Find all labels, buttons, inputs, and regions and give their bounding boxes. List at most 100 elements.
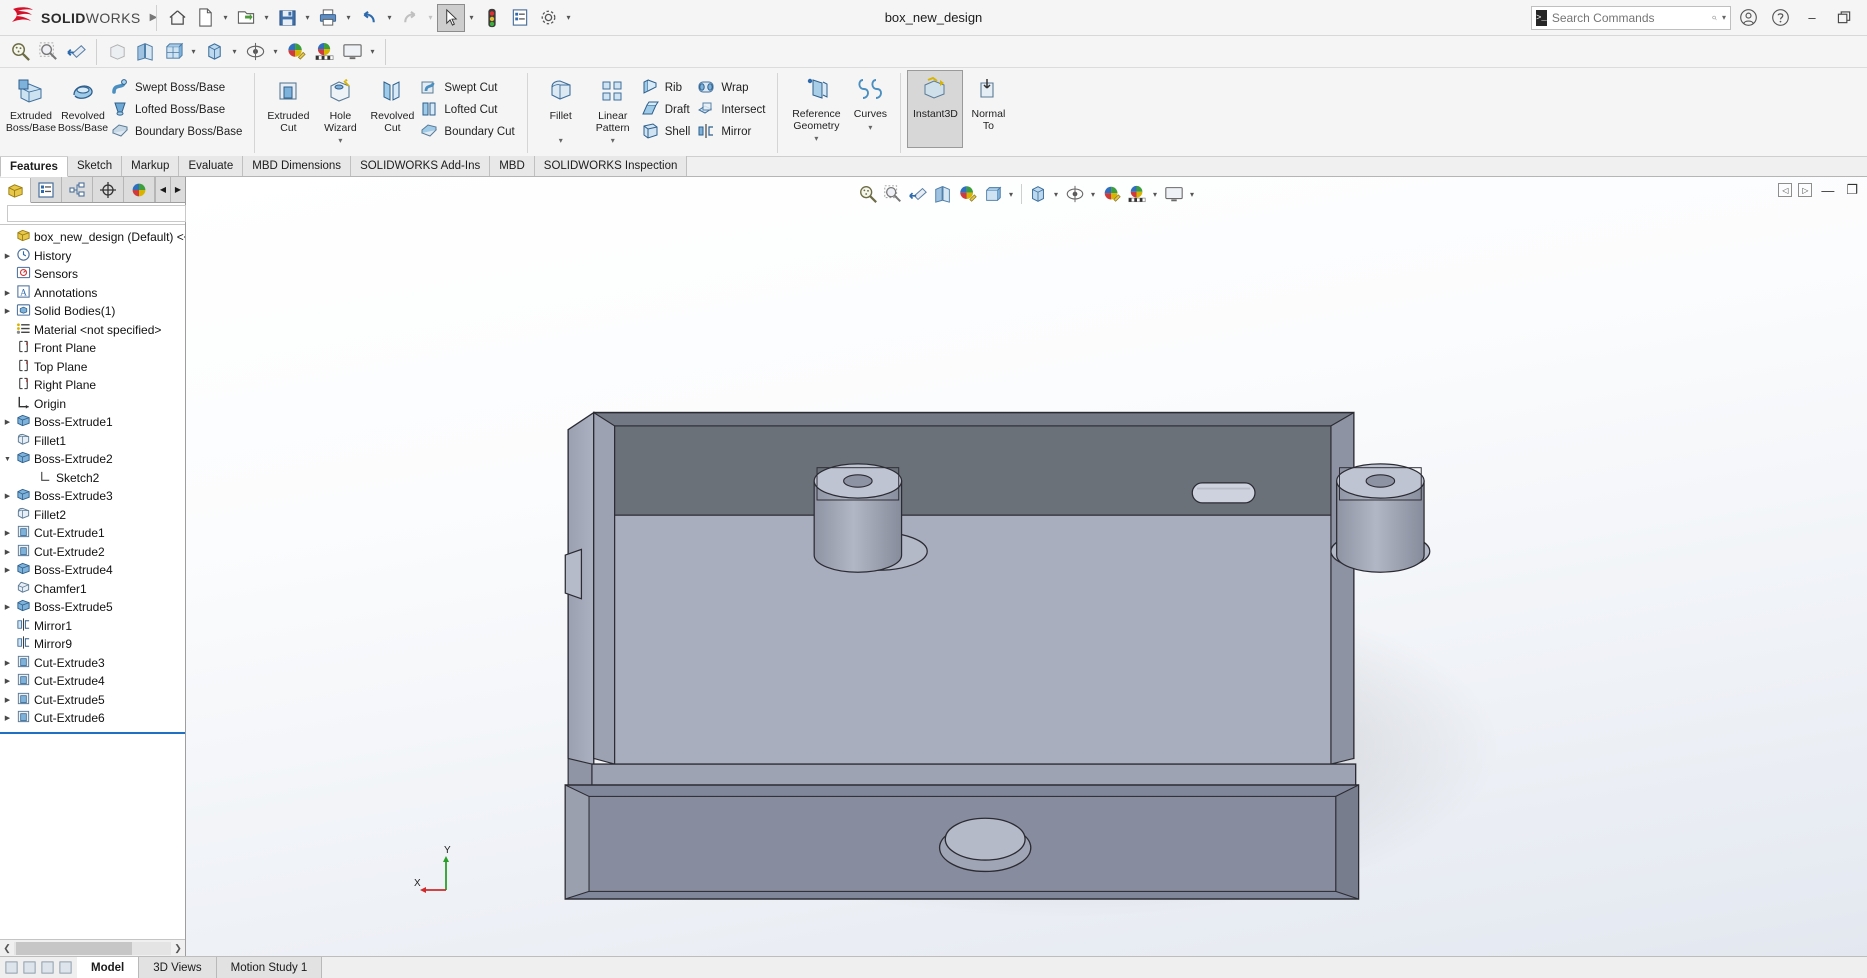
property-manager-tab[interactable] <box>31 177 62 202</box>
expand-arrow-icon[interactable]: ▶ <box>2 252 13 260</box>
draft-button[interactable]: Draft <box>639 99 696 121</box>
select-tool-button[interactable] <box>437 3 465 32</box>
help-button[interactable] <box>1765 4 1795 32</box>
tree-item[interactable]: Sensors <box>0 265 185 284</box>
curves-caret-icon[interactable]: ▾ <box>868 123 872 132</box>
tab-solidworks-add-ins[interactable]: SOLIDWORKS Add-Ins <box>351 156 491 176</box>
save-button[interactable] <box>273 4 301 32</box>
tree-item[interactable]: ▶ History <box>0 247 185 266</box>
open-button[interactable] <box>232 4 260 32</box>
revolved-boss-base-button[interactable]: Revolved Boss/Base <box>57 71 109 134</box>
view-orientation-caret-icon[interactable]: ▾ <box>187 38 200 66</box>
boundary-cut-button[interactable]: Boundary Cut <box>418 121 519 143</box>
tree-item[interactable]: ▶ Boss-Extrude1 <box>0 413 185 432</box>
section-view-grey-icon[interactable] <box>103 38 131 66</box>
print-caret-icon[interactable]: ▾ <box>342 4 355 32</box>
rebuild-button[interactable] <box>478 4 506 32</box>
appearance-button[interactable] <box>1100 182 1124 206</box>
expand-arrow-icon[interactable]: ▶ <box>2 696 13 704</box>
display-style-caret-icon[interactable]: ▾ <box>1051 182 1062 206</box>
expand-arrow-icon[interactable]: ▶ <box>2 714 13 722</box>
status-tab-model[interactable]: Model <box>77 957 140 978</box>
tab-mbd-dimensions[interactable]: MBD Dimensions <box>243 156 352 176</box>
panel-scroll-left-icon[interactable]: ◀ <box>155 177 170 202</box>
solidworks-logo[interactable]: SOLIDWORKS ▶ <box>0 5 157 31</box>
minimize-button[interactable]: – <box>1797 4 1827 32</box>
tree-item[interactable]: Origin <box>0 395 185 414</box>
monitor-caret-icon[interactable]: ▾ <box>366 38 379 66</box>
wrap-button[interactable]: Wrap <box>695 77 770 99</box>
display-style-button[interactable] <box>1026 182 1050 206</box>
dimxpert-manager-tab[interactable] <box>93 177 124 202</box>
edit-appearance-button[interactable] <box>956 182 980 206</box>
expand-arrow-icon[interactable]: ▶ <box>2 566 13 574</box>
rib-button[interactable]: Rib <box>639 77 696 99</box>
curves-button[interactable]: Curves ▾ <box>847 71 893 132</box>
linear-pattern-caret-icon[interactable]: ▾ <box>611 136 615 145</box>
expand-arrow-icon[interactable]: ▶ <box>2 418 13 426</box>
collapse-right-icon[interactable]: ▷ <box>1798 183 1813 197</box>
tree-item[interactable]: Material <not specified> <box>0 321 185 340</box>
boss-cylinder-right[interactable] <box>1330 463 1431 573</box>
redo-button[interactable] <box>396 4 424 32</box>
expand-arrow-icon[interactable]: ▶ <box>2 289 13 297</box>
tree-horizontal-scrollbar[interactable]: ❮ ❯ <box>0 939 185 956</box>
new-document-caret-icon[interactable]: ▾ <box>219 4 232 32</box>
expand-arrow-icon[interactable]: ▶ <box>2 677 13 685</box>
tree-item[interactable]: ▶ Cut-Extrude4 <box>0 672 185 691</box>
view-orientation-icon[interactable] <box>159 38 187 66</box>
revolved-cut-button[interactable]: Revolved Cut <box>366 71 418 134</box>
select-tool-caret-icon[interactable]: ▾ <box>465 4 478 32</box>
expand-arrow-icon[interactable]: ▶ <box>2 492 13 500</box>
expand-arrow-icon[interactable]: ▶ <box>2 548 13 556</box>
tree-item[interactable]: Fillet1 <box>0 432 185 451</box>
tree-root-item[interactable]: box_new_design (Default) <<Default> <box>0 228 185 247</box>
section-view-button[interactable] <box>931 182 955 206</box>
collapse-arrow-icon[interactable]: ▼ <box>2 456 13 463</box>
hole-wizard-button[interactable]: Hole Wizard ▾ <box>314 71 366 145</box>
status-tab-motion-study[interactable]: Motion Study 1 <box>216 957 323 978</box>
home-button[interactable] <box>163 4 191 32</box>
display-manager-tab[interactable] <box>124 177 155 202</box>
feature-manager-tab[interactable] <box>0 178 31 203</box>
zoom-to-area-button[interactable] <box>881 182 905 206</box>
hide-show-items-button[interactable] <box>1063 182 1087 206</box>
lofted-boss-base-button[interactable]: Lofted Boss/Base <box>109 99 247 121</box>
view-orientation-caret-icon[interactable]: ▾ <box>1006 182 1017 206</box>
collapse-left-icon[interactable]: ◁ <box>1778 183 1793 197</box>
tree-item[interactable]: ▶ Boss-Extrude4 <box>0 561 185 580</box>
hole-wizard-caret-icon[interactable]: ▾ <box>338 136 342 145</box>
zoom-to-fit-button[interactable] <box>856 182 880 206</box>
undo-button[interactable] <box>355 4 383 32</box>
tree-item[interactable]: Fillet2 <box>0 506 185 525</box>
tree-item[interactable]: Front Plane <box>0 339 185 358</box>
expand-arrow-icon[interactable]: ▶ <box>2 603 13 611</box>
expand-arrow-icon[interactable]: ▶ <box>2 659 13 667</box>
tree-item[interactable]: ▶ A Annotations <box>0 284 185 303</box>
open-caret-icon[interactable]: ▾ <box>260 4 273 32</box>
apply-scene-button[interactable] <box>1125 182 1149 206</box>
tree-item[interactable]: Top Plane <box>0 358 185 377</box>
tree-item[interactable]: ▶ Boss-Extrude3 <box>0 487 185 506</box>
linear-pattern-button[interactable]: Linear Pattern ▾ <box>587 71 639 145</box>
print-button[interactable] <box>314 4 342 32</box>
tree-item[interactable]: ▶ Cut-Extrude1 <box>0 524 185 543</box>
hide-show-caret-icon[interactable]: ▾ <box>1088 182 1099 206</box>
search-input[interactable] <box>1551 10 1707 25</box>
bottom-round-boss[interactable] <box>938 817 1032 873</box>
hide-show-caret-icon[interactable]: ▾ <box>269 38 282 66</box>
tab-features[interactable]: Features <box>0 157 68 177</box>
instant3d-button[interactable]: Instant3D <box>907 70 964 148</box>
tree-item[interactable]: Sketch2 <box>0 469 185 488</box>
tree-item[interactable]: ▼ Boss-Extrude2 <box>0 450 185 469</box>
boundary-boss-base-button[interactable]: Boundary Boss/Base <box>109 121 247 143</box>
scroll-right-icon[interactable]: ❯ <box>171 943 185 954</box>
fillet-caret-icon[interactable]: ▾ <box>559 136 563 145</box>
scroll-left-icon[interactable]: ❮ <box>0 943 14 954</box>
tree-item[interactable]: Chamfer1 <box>0 580 185 599</box>
tree-item[interactable]: ▶ Cut-Extrude6 <box>0 709 185 728</box>
tab-solidworks-inspection[interactable]: SOLIDWORKS Inspection <box>534 156 688 176</box>
options-list-button[interactable] <box>506 4 534 32</box>
view-orientation-button[interactable] <box>981 182 1005 206</box>
shell-button[interactable]: Shell <box>639 121 696 143</box>
